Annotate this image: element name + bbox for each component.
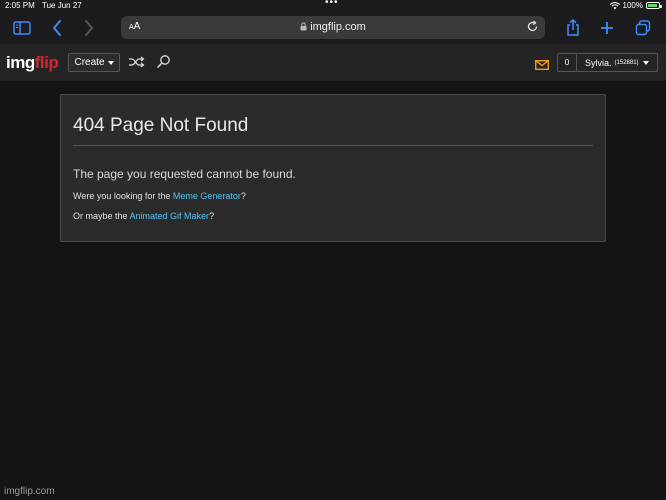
browser-toolbar: AA imgflip.com [0,12,666,44]
error-panel: 404 Page Not Found The page you requeste… [60,94,606,242]
multitasking-dots-icon[interactable]: ••• [325,0,339,8]
status-time: 2:05 PM [5,1,35,10]
lock-icon [300,22,307,31]
tabs-overview-icon[interactable] [632,18,654,38]
search-icon[interactable] [156,54,171,74]
create-dropdown-button[interactable]: Create [68,53,120,72]
animated-gif-maker-link[interactable]: Animated Gif Maker [130,211,210,221]
divider [73,145,593,146]
status-date: Tue Jun 27 [42,1,82,10]
suggestion-gif-maker: Or maybe the Animated Gif Maker? [73,211,215,221]
site-header: imgflip Create 0 Sylvia. (152881) [0,44,666,82]
url-text: imgflip.com [310,21,366,33]
mail-icon[interactable] [534,57,550,75]
shuffle-icon[interactable] [128,55,145,73]
battery-icon [646,2,662,9]
user-points: (152881) [614,59,639,66]
sidebar-icon[interactable] [11,18,33,38]
share-icon[interactable] [562,18,584,38]
caret-down-icon [107,60,114,65]
reload-icon[interactable] [526,20,539,38]
wifi-icon [609,1,620,9]
notification-count[interactable]: 0 [558,54,577,71]
imgflip-logo[interactable]: imgflip [6,53,59,73]
new-tab-icon[interactable] [596,18,618,38]
footer-watermark: imgflip.com [4,486,55,497]
user-menu[interactable]: 0 Sylvia. (152881) [557,53,658,72]
page-title: 404 Page Not Found [73,115,249,136]
meme-generator-link[interactable]: Meme Generator [173,191,241,201]
status-right: 100% [609,1,662,10]
user-name: Sylvia. [585,57,612,68]
status-bar: 2:05 PM Tue Jun 27 ••• 100% [0,0,666,12]
create-label: Create [74,57,105,68]
url-display[interactable]: imgflip.com [121,21,545,33]
caret-down-icon [642,60,649,65]
back-icon[interactable] [46,18,68,38]
suggestion-meme-generator: Were you looking for the Meme Generator? [73,191,246,201]
error-message: The page you requested cannot be found. [73,167,296,181]
address-bar[interactable]: AA imgflip.com [121,16,545,39]
forward-icon[interactable] [78,18,100,38]
battery-percent: 100% [622,1,643,10]
